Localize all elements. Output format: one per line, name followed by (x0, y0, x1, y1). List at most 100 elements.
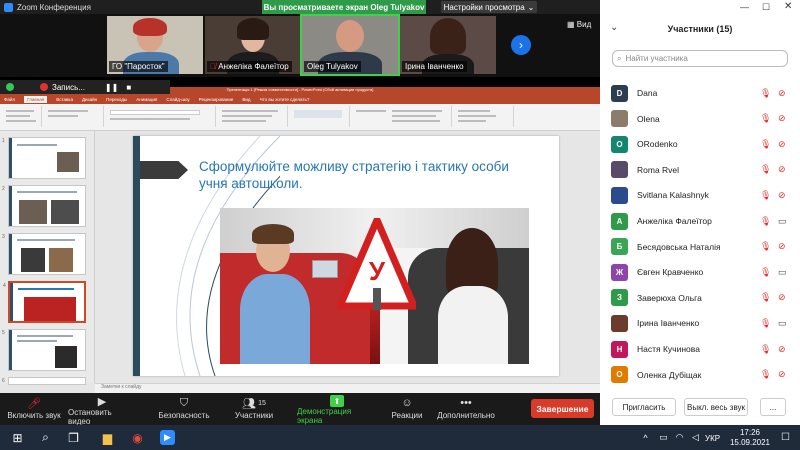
ppt-tab-review[interactable]: Рецензирование (199, 97, 234, 102)
camera-off-icon[interactable]: ⊘ (778, 344, 786, 355)
maximize-icon[interactable]: ☐ (762, 2, 770, 13)
mic-off-icon[interactable]: 🎙︎ (760, 113, 771, 124)
video-tile[interactable]: Ірина Іванченко (400, 16, 496, 74)
camera-off-icon[interactable]: ⊘ (778, 139, 786, 150)
mute-all-button[interactable]: Выкл. весь звук (684, 398, 748, 416)
ppt-tab-insert[interactable]: Вставка (56, 97, 73, 102)
mic-off-icon[interactable]: 🎙︎ (760, 164, 771, 175)
minimize-icon[interactable]: — (740, 2, 749, 12)
ppt-tab-home[interactable]: Главная (24, 95, 48, 103)
participants-button[interactable]: 👥︎ 15 Участники (232, 395, 276, 423)
wifi-icon[interactable]: ◠ (672, 430, 687, 445)
video-tile-active[interactable]: Oleg Tulyakov (300, 14, 400, 76)
file-explorer-icon[interactable]: ▆ (100, 430, 115, 445)
stop-recording-icon[interactable]: ■ (126, 83, 131, 92)
participant-row[interactable]: Н Настя Кучинова 🎙︎ ⊘ (600, 336, 800, 362)
slide-thumbnail[interactable]: 5 (2, 329, 86, 371)
ppt-tab-file[interactable]: Файл (4, 97, 15, 102)
participant-row[interactable]: Б Бесядовська Наталія 🎙︎ ⊘ (600, 234, 800, 260)
slide-thumbnail[interactable]: 1 (2, 137, 86, 179)
slide-thumbnail[interactable]: 6 (2, 377, 86, 385)
ribbon-group-paragraph[interactable] (218, 106, 288, 127)
ribbon-group-clipboard[interactable] (2, 106, 42, 127)
language-indicator[interactable]: УКР (705, 434, 720, 443)
participant-search-input[interactable]: ⌕ Найти участника (612, 50, 788, 67)
mic-off-icon[interactable]: 🎙︎ (760, 369, 771, 380)
slide-thumbnail-selected[interactable]: 4 (3, 281, 86, 323)
mic-off-icon[interactable]: 🎙︎ (760, 292, 771, 303)
participant-row[interactable]: O ORodenko 🎙︎ ⊘ (600, 131, 800, 157)
mic-off-icon[interactable]: 🎙︎ (760, 267, 771, 278)
ppt-tab-animation[interactable]: Анимация (136, 97, 157, 102)
task-view-icon[interactable]: ❐ (66, 430, 81, 445)
camera-icon[interactable]: ▭ (778, 216, 787, 227)
avatar (611, 161, 628, 179)
slide-notes[interactable]: Заметки к слайду (95, 383, 600, 393)
slide-thumbnail[interactable]: 3 (2, 233, 86, 275)
camera-off-icon[interactable]: ⊘ (778, 113, 786, 124)
ribbon-group-styles[interactable] (352, 106, 452, 127)
view-settings-button[interactable]: Настройки просмотра ⌄ (441, 1, 537, 13)
current-slide[interactable]: Сформулюйте можливу стратегію і тактику … (133, 136, 559, 376)
volume-icon[interactable]: ◁ (688, 430, 703, 445)
participant-row[interactable]: А Анжеліка Фалеїтор 🎙︎ ▭ (600, 208, 800, 234)
mic-off-icon[interactable]: 🎙︎ (760, 241, 771, 252)
video-tile[interactable]: ГО "Паросток" (107, 16, 203, 74)
camera-off-icon[interactable]: ⊘ (778, 88, 786, 99)
mic-off-icon[interactable]: 🎙︎ (760, 216, 771, 227)
windows-start-icon[interactable]: ⊞ (10, 430, 25, 445)
share-screen-button[interactable]: ⬆ Демонстрация экрана (297, 395, 377, 425)
ribbon-group-font[interactable] (106, 106, 216, 127)
ribbon-group-slides[interactable] (44, 106, 104, 127)
participant-row[interactable]: О Оленка Дубіщак 🎙︎ ⊘ (600, 362, 800, 388)
video-tile[interactable]: 🎙̸ Анжеліка Фалеїтор (205, 16, 301, 74)
ppt-tab-view[interactable]: Вид (242, 97, 250, 102)
search-icon[interactable]: ⌕ (38, 430, 53, 445)
mic-off-icon[interactable]: 🎙︎ (760, 139, 771, 150)
end-meeting-button[interactable]: Завершение (531, 399, 594, 418)
view-button[interactable]: ▦ Вид (567, 20, 591, 29)
ribbon-group-drawing[interactable] (290, 106, 350, 127)
ribbon-group-editing[interactable] (454, 106, 514, 127)
clock[interactable]: 17:26 15.09.2021 (730, 428, 770, 448)
reactions-button[interactable]: ☺ Реакции (390, 395, 424, 423)
stop-video-button[interactable]: ▶ Остановить видео (68, 395, 136, 426)
more-button[interactable]: ••• Дополнительно (436, 395, 496, 423)
close-icon[interactable]: ✕ (784, 1, 792, 12)
camera-off-icon[interactable]: ⊘ (778, 292, 786, 303)
participant-row[interactable]: Svitlana Kalashnyk 🎙︎ ⊘ (600, 182, 800, 208)
mic-off-icon[interactable]: 🎙︎ (760, 318, 771, 329)
slide-thumbnail[interactable]: 2 (2, 185, 86, 227)
camera-icon[interactable]: ▭ (778, 318, 787, 329)
camera-off-icon[interactable]: ⊘ (778, 241, 786, 252)
security-button[interactable]: ⛉ Безопасность (158, 395, 210, 423)
camera-icon[interactable]: ▭ (778, 267, 787, 278)
mic-off-icon[interactable]: 🎙︎ (760, 344, 771, 355)
next-page-button[interactable]: › (511, 35, 531, 55)
ppt-tell-me[interactable]: Что вы хотите сделать? (260, 97, 310, 102)
ppt-tab-slideshow[interactable]: Слайд-шоу (166, 97, 189, 102)
participant-row[interactable]: З Заверюха Ольга 🎙︎ ⊘ (600, 285, 800, 311)
mic-off-icon[interactable]: 🎙︎ (760, 88, 771, 99)
participants-count: 15 (258, 399, 266, 407)
notifications-icon[interactable]: ☐ (778, 430, 793, 445)
participant-row[interactable]: D Dana 🎙︎ ⊘ (600, 80, 800, 106)
tray-chevron-icon[interactable]: ^ (638, 430, 653, 445)
panel-more-button[interactable]: ... (760, 398, 786, 416)
ppt-tab-transitions[interactable]: Переходы (106, 97, 127, 102)
participant-row[interactable]: Roma Rvel 🎙︎ ⊘ (600, 157, 800, 183)
ppt-tab-design[interactable]: Дизайн (82, 97, 97, 102)
unmute-button[interactable]: 🎤︎ Включить звук (4, 395, 64, 423)
camera-off-icon[interactable]: ⊘ (778, 164, 786, 175)
participant-row[interactable]: Olena 🎙︎ ⊘ (600, 106, 800, 132)
camera-off-icon[interactable]: ⊘ (778, 369, 786, 380)
camera-off-icon[interactable]: ⊘ (778, 190, 786, 201)
participant-row[interactable]: Ірина Іванченко 🎙︎ ▭ (600, 310, 800, 336)
pause-recording-icon[interactable]: ❚❚ (105, 83, 118, 92)
invite-button[interactable]: Пригласить (612, 398, 676, 416)
mic-off-icon[interactable]: 🎙︎ (760, 190, 771, 201)
chrome-icon[interactable]: ◉ (130, 430, 145, 445)
network-icon[interactable]: ▭ (656, 430, 671, 445)
zoom-taskbar-icon[interactable]: ▶ (160, 430, 175, 445)
participant-row[interactable]: Ж Євген Кравченко 🎙︎ ▭ (600, 259, 800, 285)
